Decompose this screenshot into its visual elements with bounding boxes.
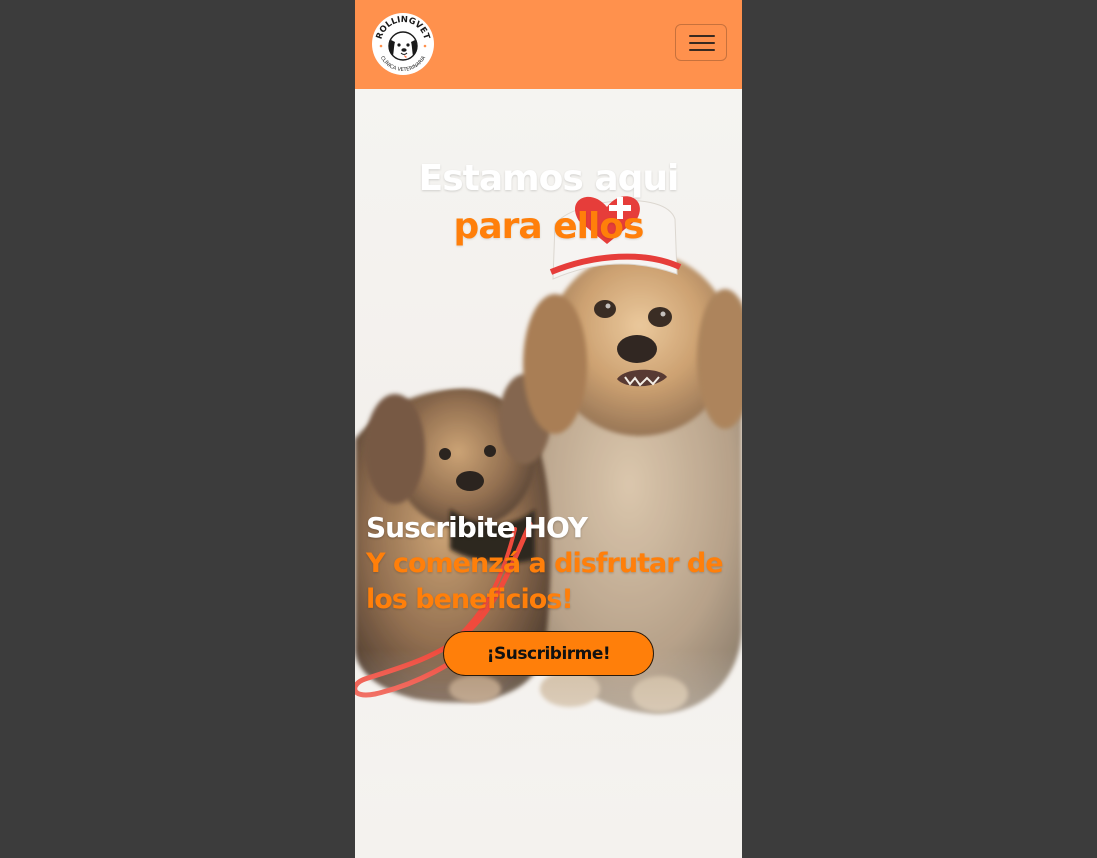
dog-logo-icon: ROLLINGVET CLÍNICA VETERINARIA <box>372 13 434 75</box>
phone-viewport: ROLLINGVET CLÍNICA VETERINARIA Estamos a… <box>355 0 742 858</box>
headline-line2: para ellos <box>453 206 645 247</box>
cta-title: Suscribite HOY <box>366 511 588 544</box>
subscribe-button[interactable]: ¡Suscribirme! <box>443 631 654 676</box>
logo[interactable]: ROLLINGVET CLÍNICA VETERINARIA <box>371 12 435 76</box>
cta-block: Suscribite HOY Y comenzá a disfrutar de … <box>366 510 736 618</box>
cta-subtitle: Y comenzá a disfrutar de los beneficios! <box>366 548 724 615</box>
navbar: ROLLINGVET CLÍNICA VETERINARIA <box>355 0 742 89</box>
headline-line1: Estamos aqui <box>418 158 680 199</box>
hero-headline: Estamos aqui para ellos <box>355 155 742 251</box>
menu-toggle-button[interactable] <box>675 24 727 61</box>
hamburger-menu-icon <box>689 35 715 51</box>
hero-section: Estamos aqui para ellos Suscribite HOY Y… <box>355 89 742 858</box>
